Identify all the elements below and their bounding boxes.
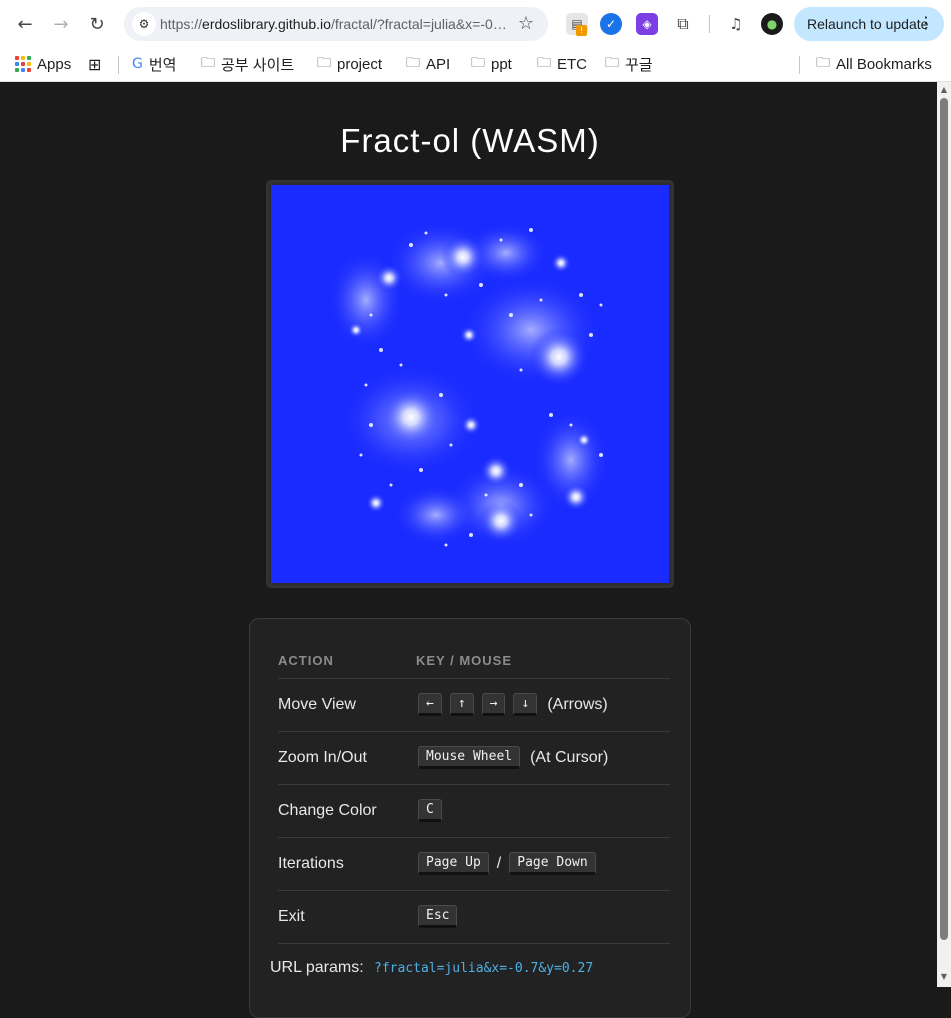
warning-badge-icon: ! xyxy=(576,25,587,36)
bookmark-star-icon[interactable]: ☆ xyxy=(518,13,534,34)
key-right-arrow: → xyxy=(481,693,506,716)
bookmarks-divider xyxy=(118,56,119,74)
action-move-view: Move View xyxy=(278,696,356,713)
key-esc: Esc xyxy=(418,905,458,928)
key-down-arrow: ↓ xyxy=(513,693,538,716)
bookmarks-bar: Apps ⊞ G 번역 🗀 공부 사이트 🗀 project 🗀 API 🗀 p… xyxy=(0,48,951,82)
toolbar-divider xyxy=(709,15,710,33)
controls-table: ACTION KEY / MOUSE Move View ← ↑ → ↓ (Ar… xyxy=(249,618,691,1018)
keys-iterations: Page Up / Page Down xyxy=(418,852,604,875)
key-page-up: Page Up xyxy=(418,852,489,875)
action-change-color: Change Color xyxy=(278,802,377,819)
extension-chat-icon[interactable]: ◈ xyxy=(636,13,658,35)
key-up-arrow: ↑ xyxy=(449,693,474,716)
page-title: Fract-ol (WASM) xyxy=(340,122,600,159)
apps-grid-icon xyxy=(15,56,31,72)
all-bookmarks[interactable]: 🗀 All Bookmarks xyxy=(816,52,932,76)
site-info-icon[interactable]: ⚙ xyxy=(132,12,156,36)
key-c: C xyxy=(418,799,442,822)
scroll-up-icon[interactable]: ▲ xyxy=(940,85,948,94)
bookmark-folder-api[interactable]: 🗀 API xyxy=(406,52,450,76)
julia-fractal-image xyxy=(271,185,669,583)
page-scrollbar[interactable]: ▲ ▼ xyxy=(937,82,951,987)
browser-toolbar: ← → ↻ ⚙ https://erdoslibrary.github.io/f… xyxy=(0,0,951,48)
menu-kebab-icon[interactable]: ⋮ xyxy=(918,13,934,32)
url-text[interactable]: https://erdoslibrary.github.io/fractal/?… xyxy=(160,16,510,32)
keys-note: (Arrows) xyxy=(547,695,608,713)
row-divider xyxy=(278,943,670,944)
keys-note: (At Cursor) xyxy=(530,748,609,766)
bookmark-translate[interactable]: G 번역 xyxy=(132,52,176,76)
header-action: ACTION xyxy=(278,653,334,668)
fractal-canvas-frame xyxy=(266,180,674,588)
keys-move-view: ← ↑ → ↓ (Arrows) xyxy=(418,693,608,716)
page-content: Fract-ol (WASM) ACTION KEY / MOUSE Move … xyxy=(3,82,937,1018)
bookmark-folder-study[interactable]: 🗀 공부 사이트 xyxy=(201,52,294,76)
folder-icon: 🗀 xyxy=(317,55,331,71)
bookmark-apps[interactable]: Apps xyxy=(15,52,71,76)
address-bar[interactable]: ⚙ https://erdoslibrary.github.io/fractal… xyxy=(124,7,548,41)
bookmark-folder-ppt[interactable]: 🗀 ppt xyxy=(471,52,512,76)
bookmark-folder-etc[interactable]: 🗀 ETC xyxy=(537,52,587,76)
key-mouse-wheel: Mouse Wheel xyxy=(418,746,521,769)
folder-icon: 🗀 xyxy=(605,55,619,71)
keys-change-color: C xyxy=(418,799,450,822)
folder-icon: 🗀 xyxy=(816,55,830,71)
tab-groups-icon[interactable]: ⊞ xyxy=(88,52,101,76)
header-keys: KEY / MOUSE xyxy=(416,653,513,668)
relaunch-button[interactable]: Relaunch to update ⋮ xyxy=(794,7,944,41)
keys-zoom: Mouse Wheel (At Cursor) xyxy=(418,746,608,769)
extensions-puzzle-icon[interactable]: ⧉ xyxy=(672,13,694,35)
forward-icon[interactable]: → xyxy=(47,10,75,38)
row-divider xyxy=(278,784,670,785)
scroll-down-icon[interactable]: ▼ xyxy=(940,972,948,981)
key-left-arrow: ← xyxy=(418,693,442,716)
action-zoom: Zoom In/Out xyxy=(278,749,367,766)
folder-icon: 🗀 xyxy=(201,55,215,71)
bookmarks-divider xyxy=(799,56,800,74)
folder-icon: 🗀 xyxy=(537,55,551,71)
folder-icon: 🗀 xyxy=(471,55,485,71)
url-params-value: ?fractal=julia&x=-0.7&y=0.27 xyxy=(374,961,594,976)
profile-avatar[interactable]: ● xyxy=(761,13,783,35)
keys-exit: Esc xyxy=(418,905,465,928)
extension-check-icon[interactable]: ✓ xyxy=(600,13,622,35)
row-divider xyxy=(278,731,670,732)
keys-separator: / xyxy=(496,854,502,872)
bookmark-folder-project[interactable]: 🗀 project xyxy=(317,52,382,76)
row-divider xyxy=(278,678,670,679)
back-icon[interactable]: ← xyxy=(11,10,39,38)
bookmark-folder-google[interactable]: 🗀 꾸글 xyxy=(605,52,653,76)
fractal-canvas[interactable] xyxy=(271,185,669,583)
media-queue-icon[interactable]: ♫ xyxy=(725,13,747,35)
url-params-label: URL params: xyxy=(270,959,364,976)
action-exit: Exit xyxy=(278,908,305,925)
action-iterations: Iterations xyxy=(278,855,344,872)
folder-icon: 🗀 xyxy=(406,55,420,71)
translate-icon: G xyxy=(132,56,143,72)
row-divider xyxy=(278,890,670,891)
scroll-thumb[interactable] xyxy=(940,98,948,940)
reload-icon[interactable]: ↻ xyxy=(83,10,111,38)
row-divider xyxy=(278,837,670,838)
key-page-down: Page Down xyxy=(509,852,596,875)
